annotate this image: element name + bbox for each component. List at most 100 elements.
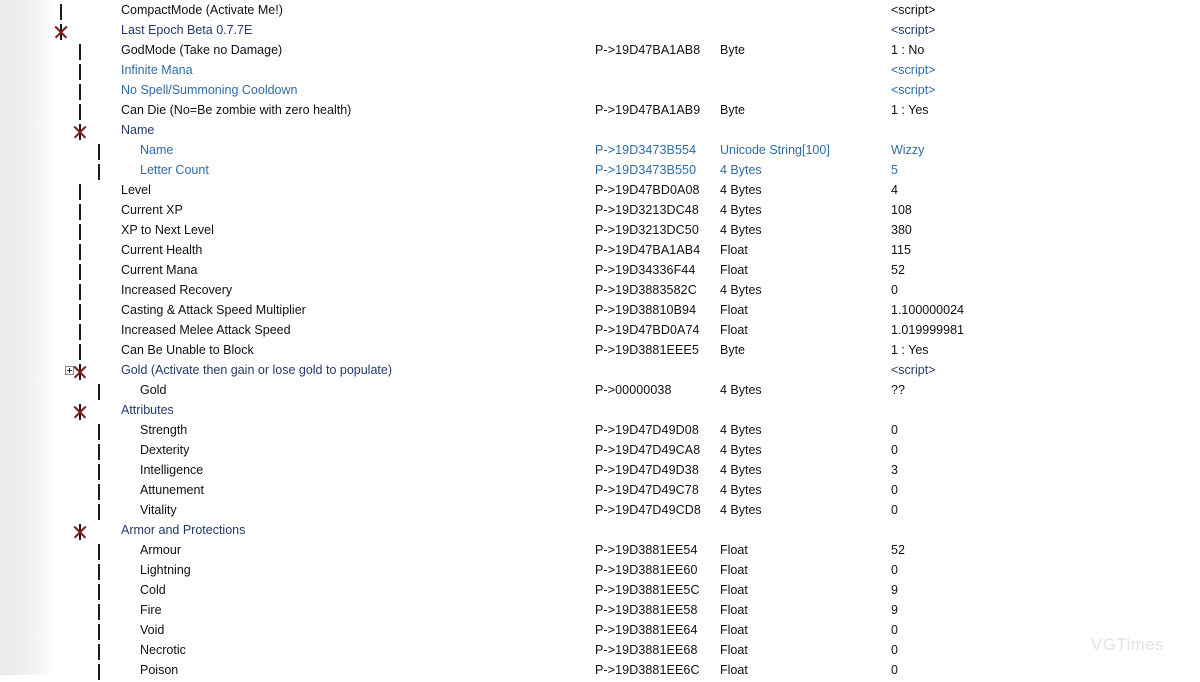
entry-description[interactable]: Void — [140, 620, 164, 640]
entry-description[interactable]: Can Be Unable to Block — [121, 340, 254, 360]
checkbox-unchecked-icon[interactable] — [98, 464, 100, 480]
entry-address[interactable]: P->19D3881EE60 — [595, 560, 698, 580]
activate-checkbox[interactable] — [60, 2, 76, 18]
entry-value[interactable]: 4 — [891, 180, 898, 200]
entry-value[interactable]: 9 — [891, 600, 898, 620]
entry-value[interactable]: 52 — [891, 260, 905, 280]
entry-value[interactable]: 52 — [891, 540, 905, 560]
checkbox-unchecked-icon[interactable] — [98, 624, 100, 640]
table-row[interactable]: Increased RecoveryP->19D3883582C4 Bytes0 — [0, 280, 1200, 300]
activate-checkbox[interactable] — [79, 282, 95, 298]
checkbox-unchecked-icon[interactable] — [98, 564, 100, 580]
checkbox-unchecked-icon[interactable] — [79, 84, 81, 100]
entry-address[interactable]: P->19D47D49CA8 — [595, 440, 700, 460]
entry-description[interactable]: No Spell/Summoning Cooldown — [121, 80, 297, 100]
activate-checkbox[interactable] — [98, 442, 114, 458]
entry-description[interactable]: Vitality — [140, 500, 177, 520]
entry-type[interactable]: Float — [720, 540, 748, 560]
entry-value[interactable]: <script> — [891, 60, 935, 80]
entry-value[interactable]: 0 — [891, 280, 898, 300]
checkbox-unchecked-icon[interactable] — [98, 664, 100, 680]
checkbox-unchecked-icon[interactable] — [79, 44, 81, 60]
entry-type[interactable]: Unicode String[100] — [720, 140, 830, 160]
entry-address[interactable]: P->19D3213DC50 — [595, 220, 699, 240]
entry-address[interactable]: P->19D3881EE5C — [595, 580, 700, 600]
entry-type[interactable]: Float — [720, 260, 748, 280]
entry-address[interactable]: P->19D3473B550 — [595, 160, 696, 180]
checkbox-unchecked-icon[interactable] — [60, 4, 62, 20]
checkbox-unchecked-icon[interactable] — [98, 504, 100, 520]
entry-value[interactable]: 1 : Yes — [891, 340, 929, 360]
checkbox-unchecked-icon[interactable] — [98, 484, 100, 500]
entry-description[interactable]: Increased Recovery — [121, 280, 232, 300]
activate-checkbox[interactable] — [79, 102, 95, 118]
entry-description[interactable]: Armor and Protections — [121, 520, 245, 540]
entry-address[interactable]: P->19D47BA1AB8 — [595, 40, 700, 60]
entry-description[interactable]: GodMode (Take no Damage) — [121, 40, 282, 60]
entry-value[interactable]: <script> — [891, 80, 935, 100]
entry-address[interactable]: P->19D3473B554 — [595, 140, 696, 160]
table-row[interactable]: LevelP->19D47BD0A084 Bytes4 — [0, 180, 1200, 200]
entry-value[interactable]: Wizzy — [891, 140, 924, 160]
checkbox-unchecked-icon[interactable] — [79, 64, 81, 80]
entry-type[interactable]: Float — [720, 320, 748, 340]
checkbox-checked-icon[interactable] — [79, 124, 81, 140]
checkbox-unchecked-icon[interactable] — [79, 264, 81, 280]
entry-type[interactable]: 4 Bytes — [720, 160, 762, 180]
entry-type[interactable]: 4 Bytes — [720, 420, 762, 440]
table-row[interactable]: Last Epoch Beta 0.7.7E<script> — [0, 20, 1200, 40]
checkbox-unchecked-icon[interactable] — [98, 544, 100, 560]
entry-address[interactable]: P->19D47BD0A74 — [595, 320, 700, 340]
entry-type[interactable]: Float — [720, 580, 748, 600]
entry-value[interactable]: 108 — [891, 200, 912, 220]
entry-type[interactable]: Float — [720, 620, 748, 640]
checkbox-unchecked-icon[interactable] — [79, 284, 81, 300]
activate-checkbox[interactable] — [79, 302, 95, 318]
activate-checkbox[interactable] — [79, 202, 95, 218]
entry-description[interactable]: Intelligence — [140, 460, 203, 480]
table-row[interactable]: Current HealthP->19D47BA1AB4Float115 — [0, 240, 1200, 260]
entry-description[interactable]: Can Die (No=Be zombie with zero health) — [121, 100, 351, 120]
entry-address[interactable]: P->19D3881EE54 — [595, 540, 698, 560]
entry-value[interactable]: 115 — [891, 240, 911, 260]
activate-checkbox[interactable] — [79, 222, 95, 238]
entry-address[interactable]: P->19D47D49D08 — [595, 420, 699, 440]
entry-type[interactable]: 4 Bytes — [720, 380, 762, 400]
entry-value[interactable]: <script> — [891, 20, 935, 40]
checkbox-unchecked-icon[interactable] — [79, 304, 81, 320]
entry-type[interactable]: Float — [720, 640, 748, 660]
entry-address[interactable]: P->19D3881EEE5 — [595, 340, 699, 360]
activate-checkbox[interactable] — [79, 342, 95, 358]
entry-description[interactable]: Letter Count — [140, 160, 209, 180]
activate-checkbox[interactable] — [79, 82, 95, 98]
table-row[interactable]: LightningP->19D3881EE60Float0 — [0, 560, 1200, 580]
entry-address[interactable]: P->19D3881EE64 — [595, 620, 698, 640]
entry-type[interactable]: 4 Bytes — [720, 200, 762, 220]
entry-description[interactable]: Current Mana — [121, 260, 197, 280]
entry-value[interactable]: 0 — [891, 620, 898, 640]
activate-checkbox[interactable] — [79, 182, 95, 198]
entry-description[interactable]: Attunement — [140, 480, 204, 500]
entry-value[interactable]: 0 — [891, 420, 898, 440]
table-row[interactable]: IntelligenceP->19D47D49D384 Bytes3 — [0, 460, 1200, 480]
entry-address[interactable]: P->19D47D49CD8 — [595, 500, 701, 520]
entry-description[interactable]: Fire — [140, 600, 162, 620]
activate-checkbox[interactable] — [98, 502, 114, 518]
table-row[interactable]: VitalityP->19D47D49CD84 Bytes0 — [0, 500, 1200, 520]
entry-type[interactable]: 4 Bytes — [720, 280, 762, 300]
cheat-entry-list[interactable]: CompactMode (Activate Me!)<script>Last E… — [0, 0, 1200, 675]
entry-type[interactable]: 4 Bytes — [720, 220, 762, 240]
checkbox-unchecked-icon[interactable] — [98, 384, 100, 400]
table-row[interactable]: XP to Next LevelP->19D3213DC504 Bytes380 — [0, 220, 1200, 240]
activate-checkbox[interactable] — [98, 382, 114, 398]
entry-type[interactable]: Float — [720, 560, 748, 580]
checkbox-checked-icon[interactable] — [60, 24, 62, 40]
table-row[interactable]: Increased Melee Attack SpeedP->19D47BD0A… — [0, 320, 1200, 340]
entry-value[interactable]: ?? — [891, 380, 905, 400]
entry-value[interactable]: 0 — [891, 560, 898, 580]
entry-value[interactable]: 5 — [891, 160, 898, 180]
expand-group-icon[interactable] — [65, 366, 74, 375]
activate-checkbox[interactable] — [79, 122, 95, 138]
entry-description[interactable]: Attributes — [121, 400, 174, 420]
entry-value[interactable]: 0 — [891, 660, 898, 680]
